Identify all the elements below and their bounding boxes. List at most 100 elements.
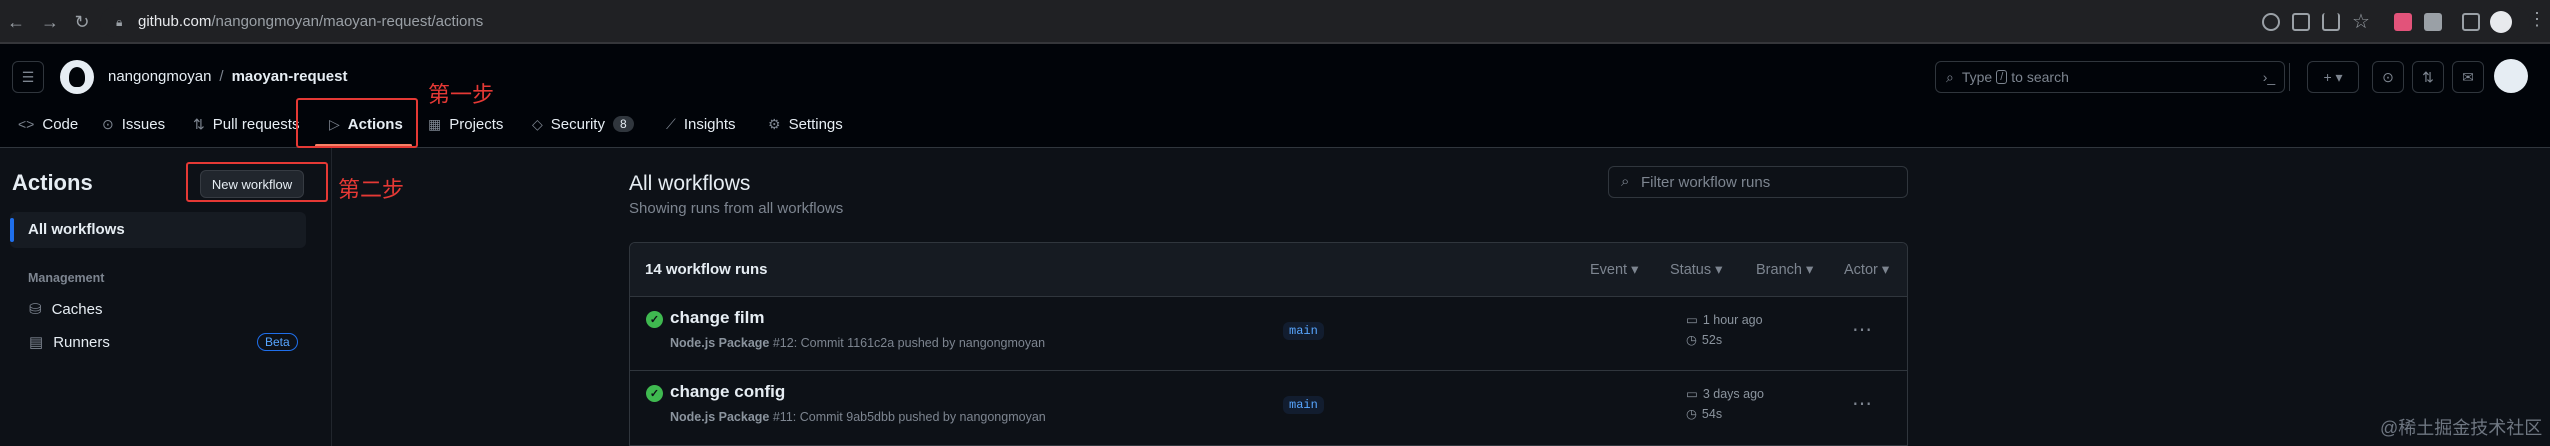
url-text: github.com/nangongmoyan/maoyan-request/a… (138, 13, 483, 30)
runs-list-header: 14 workflow runs Event ▾ Status ▾ Branch… (630, 243, 1907, 297)
extension-icon[interactable] (2394, 13, 2412, 31)
branch-name: main (1283, 322, 1324, 340)
tab-security[interactable]: ◇ Security 8 (532, 112, 634, 136)
selected-indicator (10, 218, 14, 242)
tab-projects[interactable]: ▦ Projects (428, 112, 503, 136)
sidebar-item-all-workflows[interactable]: All workflows (10, 212, 306, 248)
success-check-icon: ✓ (646, 385, 663, 402)
create-new-button[interactable]: + ▾ (2307, 61, 2359, 93)
tab-insights-label: Insights (683, 115, 736, 133)
issues-icon[interactable]: ⊙ (2372, 61, 2404, 93)
repo-breadcrumb: nangongmoyan / maoyan-request (108, 68, 347, 85)
translate-icon[interactable] (2292, 13, 2310, 31)
branch-filter[interactable]: Branch ▾ (1756, 262, 1813, 278)
pull-requests-icon[interactable]: ⇅ (2412, 61, 2444, 93)
download-icon[interactable] (2262, 13, 2280, 31)
url-host: github.com (138, 13, 212, 30)
run-duration: ◷ 52s (1686, 332, 1723, 348)
page-subtitle: Showing runs from all workflows (629, 200, 844, 217)
shield-icon: ◇ (532, 115, 543, 132)
reload-icon[interactable]: ↻ (70, 10, 94, 34)
status-filter[interactable]: Status ▾ (1670, 262, 1722, 278)
stopwatch-icon: ◷ (1686, 333, 1697, 347)
branch-name: main (1283, 396, 1324, 414)
tab-pull-requests[interactable]: ⇅ Pull requests (193, 112, 299, 136)
run-meta-text: #12: Commit 1161c2a pushed by nangongmoy… (772, 336, 1046, 350)
annotation-step1: 第一步 (428, 82, 495, 107)
share-icon[interactable] (2322, 13, 2340, 31)
sidepanel-icon[interactable] (2462, 13, 2480, 31)
branch-label[interactable]: main (1283, 321, 1324, 340)
kebab-menu-icon[interactable]: ⋯ (1852, 317, 1873, 342)
status-filter-label: Status (1670, 262, 1712, 278)
branch-label[interactable]: main (1283, 395, 1324, 414)
actor-filter-label: Actor (1844, 262, 1878, 278)
hamburger-menu-icon[interactable]: ☰ (12, 61, 44, 93)
annotation-box-actions (296, 98, 418, 148)
tab-settings[interactable]: ⚙ Settings (768, 112, 843, 136)
database-icon: ⛁ (29, 301, 42, 318)
run-title[interactable]: change config (670, 382, 785, 402)
tab-issues-label: Issues (121, 115, 166, 133)
security-count-badge: 8 (612, 116, 634, 132)
run-meta: Node.js Package #11: Commit 9ab5dbb push… (670, 410, 1046, 424)
global-search-input[interactable]: ⌕ Type / to search (1935, 61, 2285, 93)
run-time: ▭ 1 hour ago (1686, 312, 1763, 328)
success-check-icon: ✓ (646, 311, 663, 328)
user-avatar[interactable] (2494, 59, 2528, 93)
table-row[interactable]: ✓ change film Node.js Package #12: Commi… (630, 297, 1907, 371)
page-title: All workflows (629, 172, 751, 195)
forward-icon[interactable]: → (38, 10, 62, 34)
tab-issues[interactable]: ⊙ Issues (102, 112, 165, 136)
table-row[interactable]: ✓ change config Node.js Package #11: Com… (630, 371, 1907, 445)
github-logo-icon[interactable] (60, 60, 94, 94)
run-workflow-name: Node.js Package (670, 336, 770, 350)
sidebar-item-runners[interactable]: ▤ Runners (29, 333, 110, 352)
sidebar-item-label: Runners (53, 333, 110, 351)
sidebar-item-caches[interactable]: ⛁ Caches (29, 300, 103, 319)
chrome-menu-icon[interactable]: ⋮ (2528, 9, 2546, 30)
gear-icon: ⚙ (768, 115, 781, 132)
tab-projects-label: Projects (449, 115, 504, 133)
inbox-icon[interactable]: ✉ (2452, 61, 2484, 93)
run-duration-text: 54s (1701, 406, 1723, 421)
bookmark-star-icon[interactable]: ☆ (2352, 9, 2370, 34)
run-duration: ◷ 54s (1686, 406, 1723, 422)
run-time: ▭ 3 days ago (1686, 386, 1764, 402)
tab-security-label: Security (550, 115, 605, 133)
issue-icon: ⊙ (102, 115, 114, 132)
command-palette-icon[interactable]: ›_ (2253, 61, 2285, 93)
repo-name-link[interactable]: maoyan-request (232, 68, 348, 85)
repo-owner-link[interactable]: nangongmoyan (108, 68, 211, 85)
branch-filter-label: Branch (1756, 262, 1802, 278)
sidebar-title: Actions (12, 170, 93, 195)
stopwatch-icon: ◷ (1686, 407, 1697, 421)
tab-insights[interactable]: ⟋ Insights (666, 112, 736, 136)
new-workflow-button[interactable]: New workflow (200, 170, 304, 198)
event-filter[interactable]: Event ▾ (1590, 262, 1638, 278)
workflow-runs-list: 14 workflow runs Event ▾ Status ▾ Branch… (629, 242, 1908, 446)
server-icon: ▤ (29, 334, 44, 351)
profile-avatar[interactable] (2490, 11, 2512, 33)
tab-code-label: Code (42, 115, 79, 133)
runs-count: 14 workflow runs (645, 261, 768, 278)
kebab-menu-icon[interactable]: ⋯ (1852, 391, 1873, 416)
run-title[interactable]: change film (670, 308, 764, 328)
filter-placeholder: Filter workflow runs (1641, 173, 1771, 191)
beta-badge: Beta (257, 333, 298, 351)
calendar-icon: ▭ (1686, 313, 1698, 327)
tab-code[interactable]: <> Code (18, 112, 78, 136)
watermark: @稀土掘金技术社区 (2380, 418, 2543, 438)
table-icon: ▦ (428, 115, 442, 132)
back-icon[interactable]: ← (4, 10, 28, 34)
filter-workflow-runs-input[interactable]: ⌕ Filter workflow runs (1608, 166, 1908, 198)
sidebar-item-label: Caches (51, 300, 103, 318)
run-duration-text: 52s (1701, 332, 1723, 347)
header-divider (2289, 63, 2290, 91)
extensions-puzzle-icon[interactable] (2424, 13, 2442, 31)
search-placeholder-pre: Type (1961, 69, 1993, 85)
actor-filter[interactable]: Actor ▾ (1844, 262, 1889, 278)
lock-icon: 🔒︎ (116, 15, 123, 29)
sidebar-item-label: All workflows (28, 221, 125, 238)
search-icon: ⌕ (1946, 68, 1954, 85)
